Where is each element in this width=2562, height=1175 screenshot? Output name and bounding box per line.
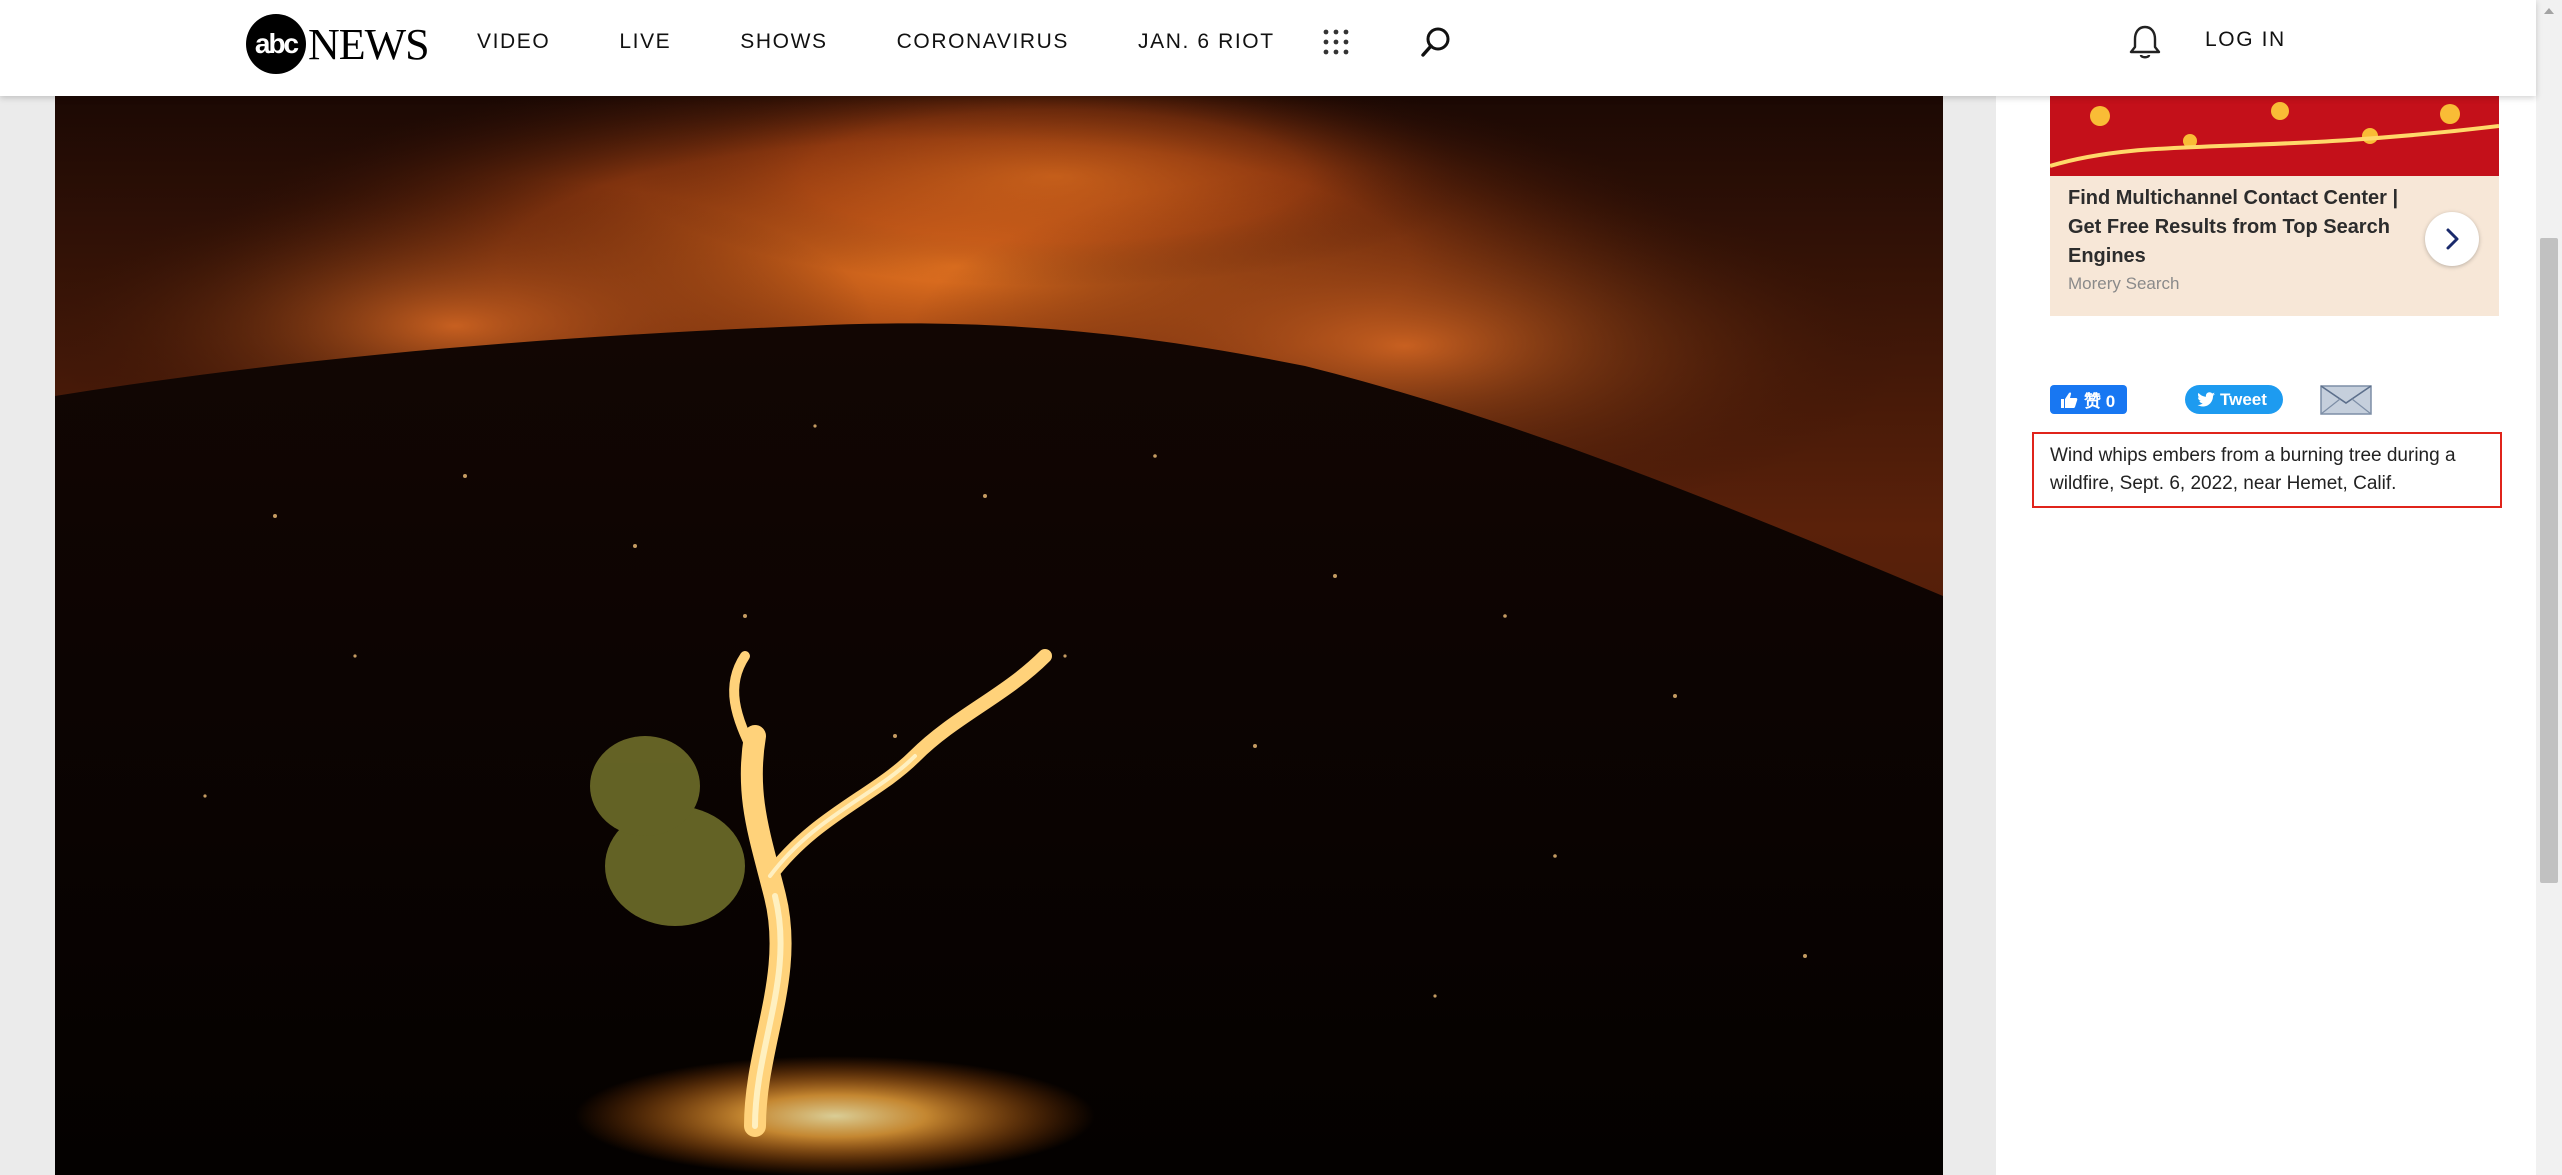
sponsored-ad[interactable]: Find Multichannel Contact Center | Get F… (2050, 96, 2499, 316)
abc-logo-mark: abc (246, 14, 306, 74)
scrollbar-thumb[interactable] (2540, 238, 2558, 883)
nav-item-shows[interactable]: SHOWS (740, 30, 827, 54)
photo-caption: Wind whips embers from a burning tree du… (2050, 445, 2456, 494)
site-header: abc NEWS VIDEO LIVE SHOWS CORONAVIRUS JA… (0, 0, 2536, 96)
wildfire-photo (55, 96, 1943, 1175)
nav-item-jan6-riot[interactable]: JAN. 6 RIOT (1138, 30, 1275, 54)
ad-next-button[interactable] (2425, 212, 2479, 266)
bell-icon[interactable] (2128, 24, 2162, 60)
tweet-label: Tweet (2220, 389, 2267, 409)
scroll-up-arrow-icon[interactable] (2536, 0, 2562, 22)
abc-news-logo[interactable]: abc NEWS (246, 14, 430, 74)
envelope-icon[interactable] (2320, 385, 2372, 415)
apps-grid-icon[interactable] (1322, 28, 1350, 56)
facebook-like-button[interactable]: 赞 0 (2050, 385, 2128, 414)
news-logo-text: NEWS (308, 19, 430, 69)
tweet-button[interactable]: Tweet (2185, 385, 2283, 414)
login-link[interactable]: LOG IN (2205, 28, 2286, 52)
thumbs-up-icon (2061, 391, 2078, 408)
facebook-like-label: 赞 0 (2084, 392, 2116, 411)
main-nav: VIDEO LIVE SHOWS CORONAVIRUS JAN. 6 RIOT (477, 0, 1344, 84)
ad-source: Morery Search (2068, 274, 2180, 293)
ad-title[interactable]: Find Multichannel Contact Center | Get F… (2068, 184, 2408, 271)
nav-item-video[interactable]: VIDEO (477, 30, 550, 54)
twitter-bird-icon (2197, 392, 2215, 407)
search-icon[interactable] (1418, 24, 1454, 60)
nav-item-live[interactable]: LIVE (619, 30, 671, 54)
page-scrollbar[interactable] (2536, 0, 2562, 1175)
chevron-right-icon (2446, 228, 2459, 250)
ad-image (2050, 96, 2499, 176)
nav-item-coronavirus[interactable]: CORONAVIRUS (897, 30, 1069, 54)
